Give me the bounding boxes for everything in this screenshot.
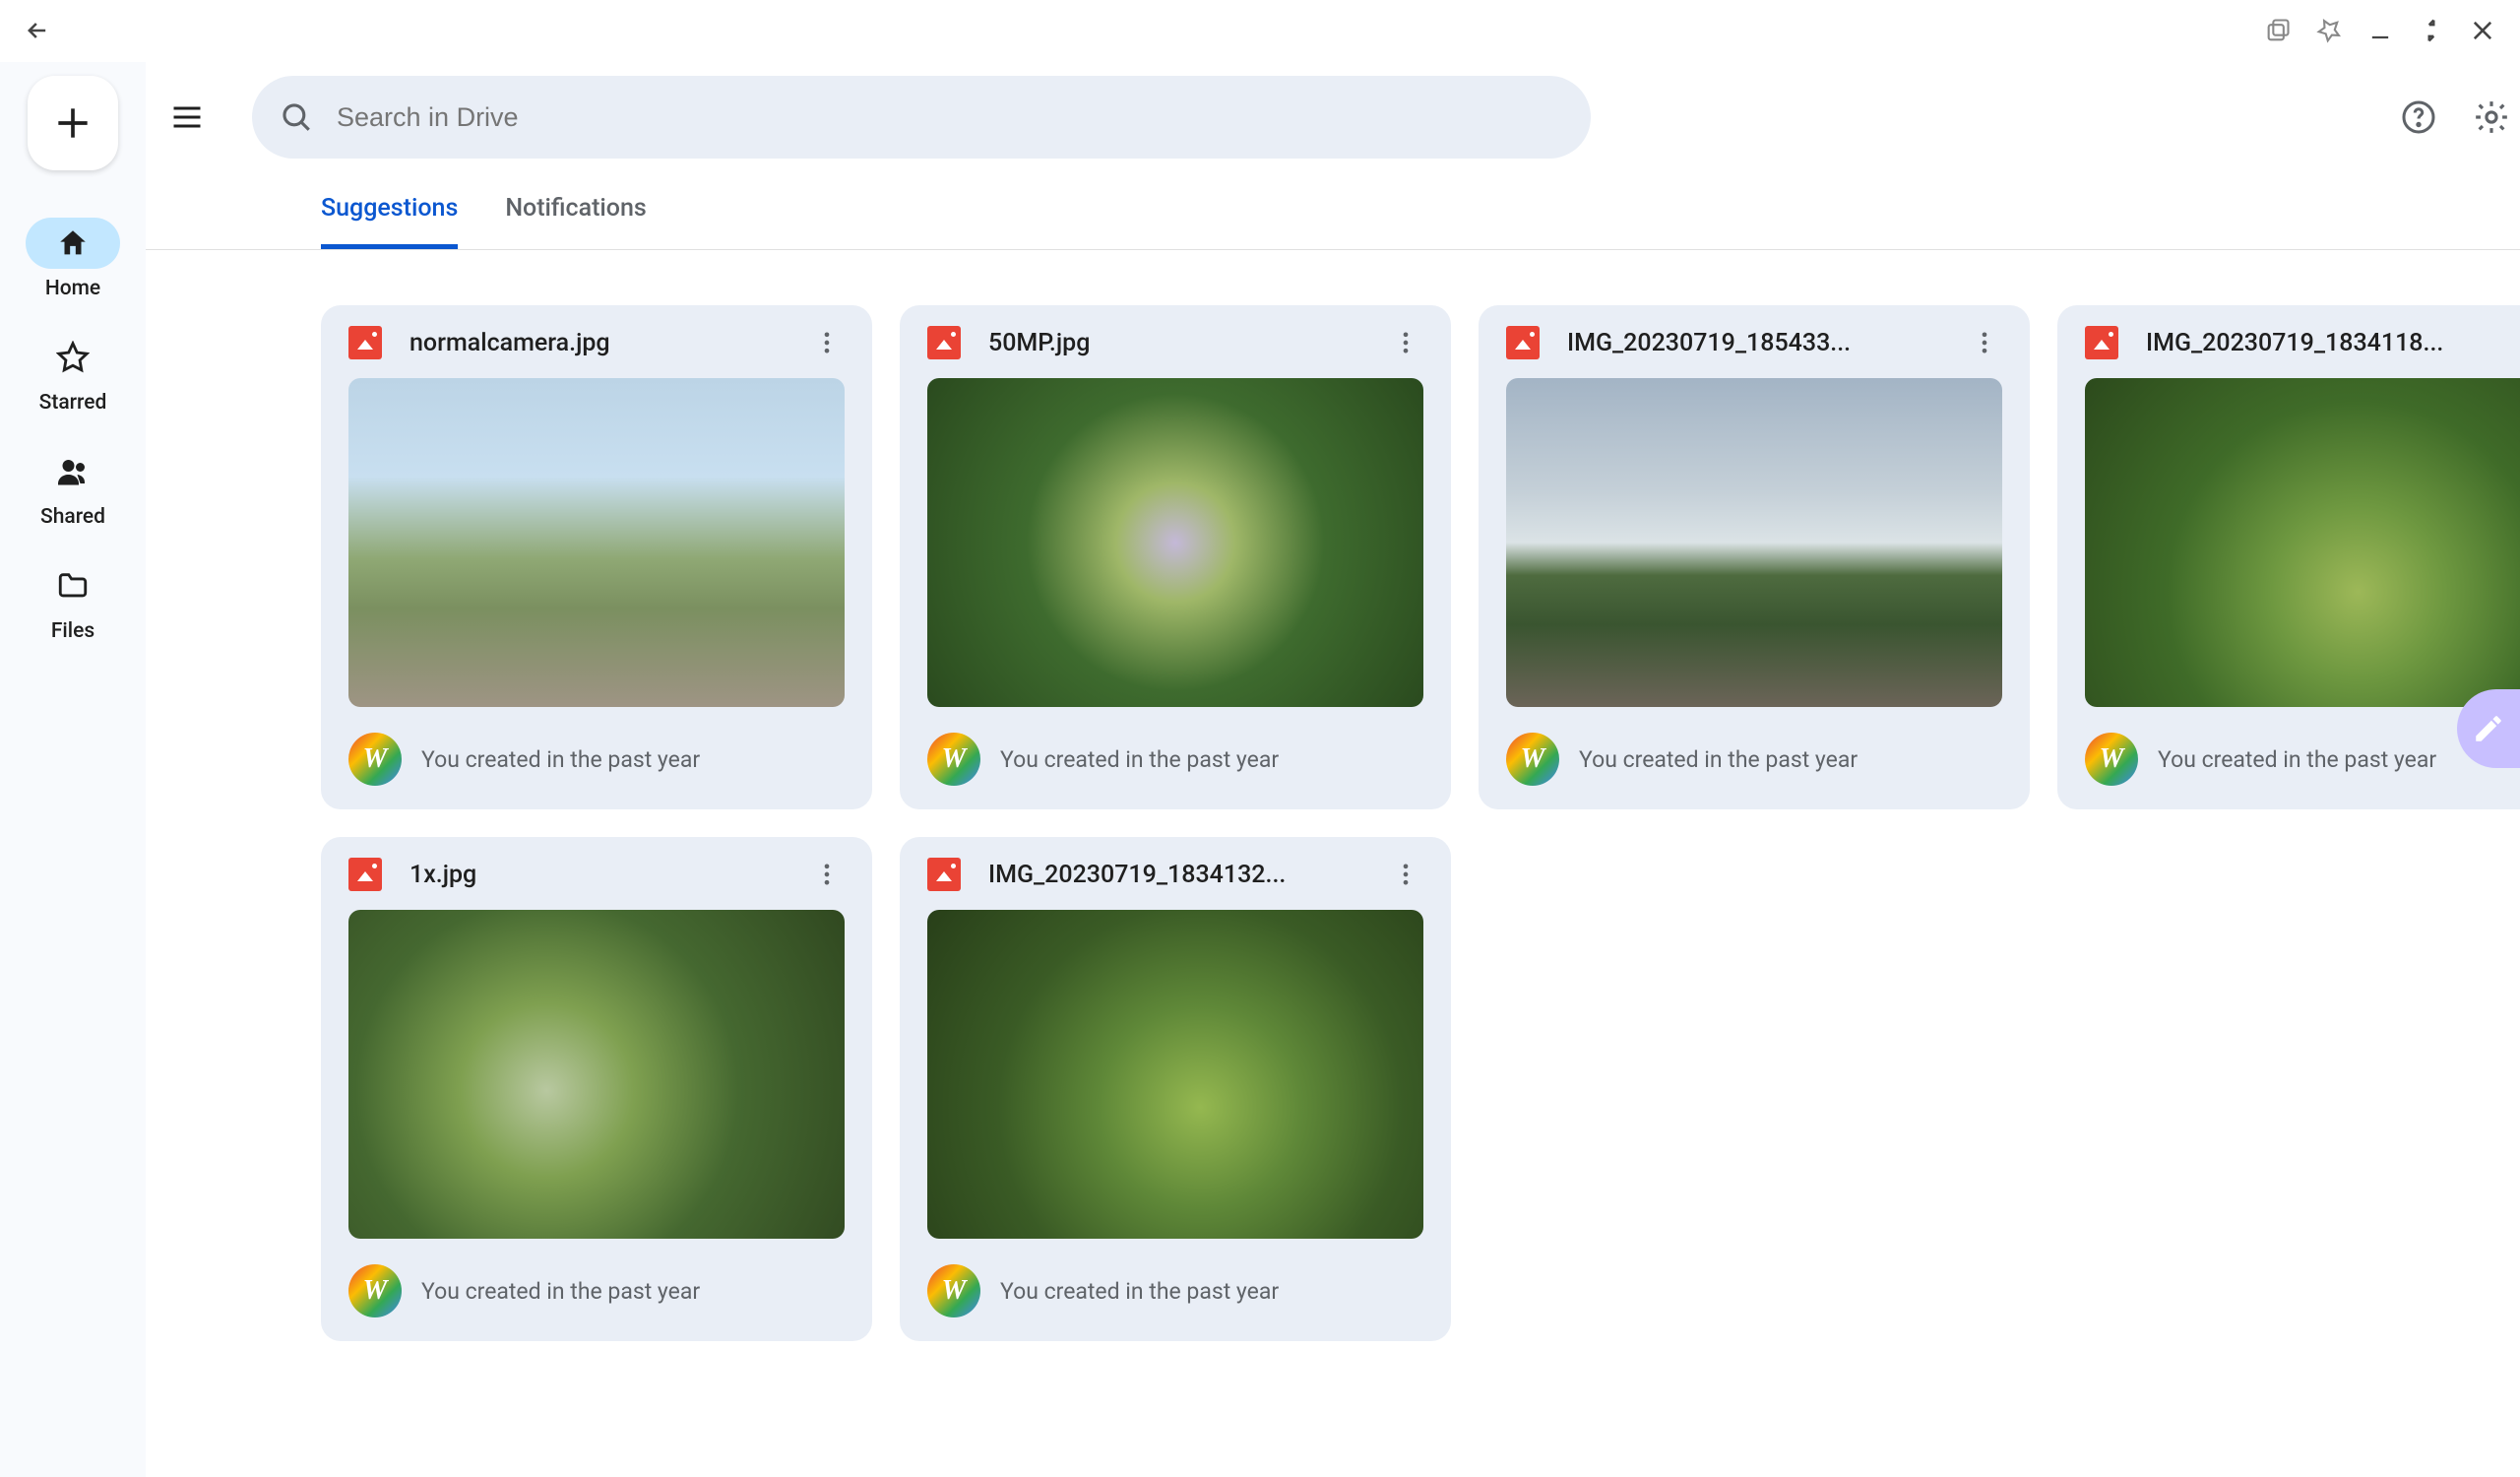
file-meta: You created in the past year [1000,746,1279,773]
sidebar-item-label: Shared [40,505,105,529]
window-chrome-bar [0,0,2520,62]
hamburger-icon [169,99,205,135]
star-icon [56,341,90,374]
file-card[interactable]: 50MP.jpg W You created in the past year [900,305,1451,809]
folder-icon [56,569,90,603]
more-vert-icon [1971,329,1998,356]
sidebar-item-label: Starred [39,391,107,415]
more-vert-icon [1392,329,1419,356]
image-file-icon [348,326,382,359]
more-vert-icon [813,329,841,356]
pin-icon[interactable] [2315,17,2343,44]
file-meta: You created in the past year [1000,1278,1279,1305]
pencil-icon [2472,712,2505,745]
restore-icon[interactable] [2418,17,2445,44]
search-bar[interactable] [252,76,1591,159]
file-card[interactable]: 1x.jpg W You created in the past year [321,837,872,1341]
help-icon [2401,99,2436,135]
more-vert-icon [1392,861,1419,888]
more-button[interactable] [1967,325,2002,360]
owner-avatar: W [1506,733,1559,786]
more-button[interactable] [1388,857,1423,892]
file-meta: You created in the past year [1579,746,1858,773]
new-button[interactable] [28,76,118,170]
owner-avatar: W [927,1264,980,1317]
settings-button[interactable] [2471,96,2512,138]
back-icon[interactable] [24,17,51,44]
file-meta: You created in the past year [2158,746,2436,773]
file-card[interactable]: IMG_20230719_1834118... W You created in… [2057,305,2520,809]
search-input[interactable] [337,102,1563,133]
help-button[interactable] [2398,96,2439,138]
new-window-icon[interactable] [2264,17,2292,44]
file-meta: You created in the past year [421,1278,700,1305]
sidebar-item-home[interactable]: Home [26,218,120,300]
file-thumbnail [2085,378,2520,707]
sidebar-item-starred[interactable]: Starred [26,332,120,415]
minimize-icon[interactable] [2366,17,2394,44]
menu-button[interactable] [163,94,211,141]
file-thumbnail [1506,378,2002,707]
sidebar-item-label: Files [51,619,94,643]
file-grid: normalcamera.jpg W You created in the pa… [146,250,2520,1377]
more-button[interactable] [809,325,845,360]
owner-avatar: W [348,733,402,786]
sidebar: Home Starred Shared Files [0,62,146,1477]
close-icon[interactable] [2469,17,2496,44]
image-file-icon [2085,326,2118,359]
image-file-icon [927,326,961,359]
file-card[interactable]: normalcamera.jpg W You created in the pa… [321,305,872,809]
people-icon [55,454,91,489]
owner-avatar: W [2085,733,2138,786]
file-name: IMG_20230719_1834132... [988,861,1360,889]
home-icon [56,226,90,260]
image-file-icon [1506,326,1540,359]
file-thumbnail [927,378,1423,707]
file-name: normalcamera.jpg [410,329,782,357]
tab-bar: Suggestions Notifications [146,172,2520,250]
owner-avatar: W [348,1264,402,1317]
file-card[interactable]: IMG_20230719_1834132... W You created in… [900,837,1451,1341]
file-name: 1x.jpg [410,861,782,889]
file-thumbnail [927,910,1423,1239]
sidebar-item-files[interactable]: Files [26,560,120,643]
file-thumbnail [348,910,845,1239]
image-file-icon [348,858,382,891]
file-name: 50MP.jpg [988,329,1360,357]
image-file-icon [927,858,961,891]
search-icon [280,100,313,134]
main-content: W Suggestions Notifications normalcamera… [146,62,2520,1477]
owner-avatar: W [927,733,980,786]
gear-icon [2473,98,2510,136]
more-vert-icon [813,861,841,888]
tab-suggestions[interactable]: Suggestions [321,172,458,249]
file-card[interactable]: IMG_20230719_185433... W You created in … [1479,305,2030,809]
sidebar-item-shared[interactable]: Shared [26,446,120,529]
more-button[interactable] [809,857,845,892]
file-thumbnail [348,378,845,707]
more-button[interactable] [1388,325,1423,360]
sidebar-item-label: Home [45,277,100,300]
file-meta: You created in the past year [421,746,700,773]
file-name: IMG_20230719_1834118... [2146,329,2518,357]
tab-notifications[interactable]: Notifications [505,172,646,249]
file-name: IMG_20230719_185433... [1567,329,1939,357]
